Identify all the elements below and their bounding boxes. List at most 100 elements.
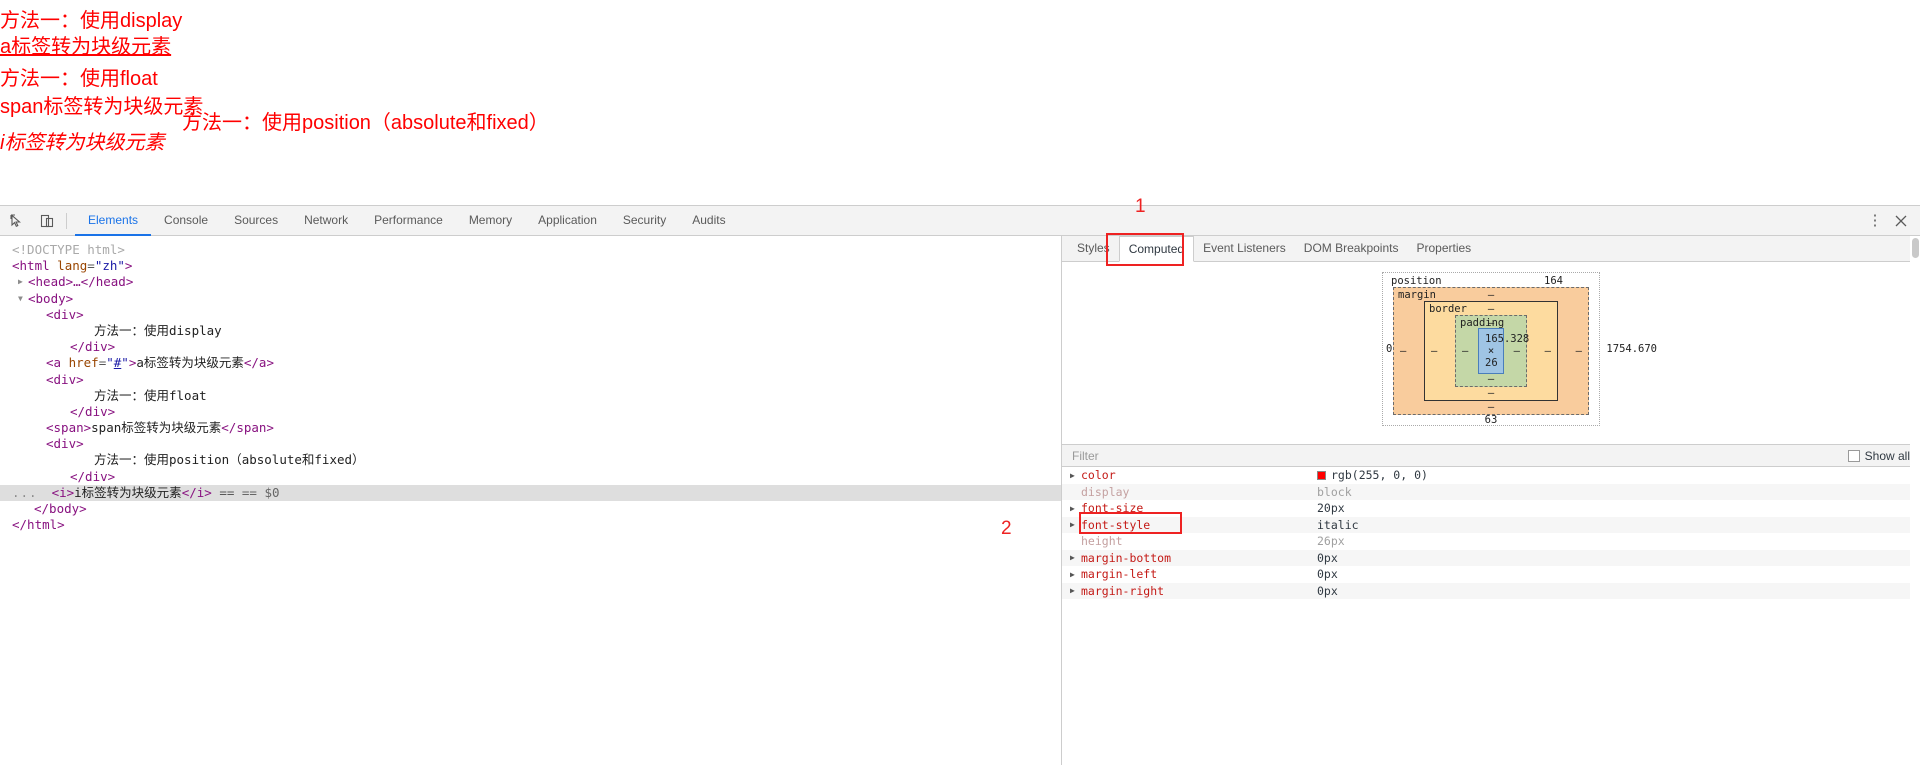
tab-network[interactable]: Network: [291, 206, 361, 236]
prop-row-font-size[interactable]: ▶ font-size 20px: [1062, 500, 1920, 517]
kebab-menu-icon[interactable]: ⋮: [1862, 208, 1888, 234]
page-line-position-div: 方法一：使用position（absolute和fixed）: [182, 112, 549, 134]
sidebar-tab-styles[interactable]: Styles: [1068, 236, 1119, 261]
prop-row-height[interactable]: height 26px: [1062, 533, 1920, 550]
dom-line-html[interactable]: <html lang="zh">: [12, 258, 1061, 274]
page-link-a-tag[interactable]: a标签转为块级元素: [0, 34, 171, 61]
dom-line-doctype[interactable]: <!DOCTYPE html>: [12, 242, 1061, 258]
page-line-float-div: 方法一：使用float: [0, 68, 158, 90]
body-tag-open: <body>: [28, 290, 74, 306]
expand-triangle-icon[interactable]: ▶: [1070, 520, 1081, 529]
tab-audits[interactable]: Audits: [679, 206, 738, 236]
prop-value-margin-left: 0px: [1317, 567, 1338, 582]
border-top-value[interactable]: –: [1488, 303, 1494, 315]
margin-bottom-value[interactable]: –: [1488, 401, 1494, 413]
a-href-value[interactable]: #: [114, 355, 122, 370]
sidebar-tab-dom-breakpoints[interactable]: DOM Breakpoints: [1295, 236, 1408, 261]
dom-line-div1-text[interactable]: 方法一：使用display: [12, 323, 1061, 339]
dom-line-div2-close[interactable]: </div>: [12, 404, 1061, 420]
sidebar-scrollbar[interactable]: [1910, 236, 1920, 765]
expand-triangle-icon[interactable]: ▶: [1070, 553, 1081, 562]
padding-bottom-value[interactable]: –: [1488, 373, 1494, 385]
prop-value-height: 26px: [1317, 534, 1345, 549]
expand-triangle-icon[interactable]: ▶: [18, 274, 28, 290]
devtools-main: <!DOCTYPE html> <html lang="zh"> ▶ <head>…: [0, 236, 1920, 765]
dom-tree-pane[interactable]: <!DOCTYPE html> <html lang="zh"> ▶ <head>…: [0, 236, 1062, 765]
prop-row-margin-right[interactable]: ▶ margin-right 0px: [1062, 582, 1920, 599]
show-all-checkbox[interactable]: [1847, 449, 1860, 462]
tab-application[interactable]: Application: [525, 206, 610, 236]
expand-triangle-icon[interactable]: ▶: [1070, 586, 1081, 595]
selected-node-ref: == $0: [241, 484, 280, 500]
box-model-border-label: border: [1429, 303, 1467, 315]
dom-line-i-selected[interactable]: ... <i>i标签转为块级元素</i> == == $0: [0, 484, 1061, 501]
prop-name-color: color: [1081, 468, 1116, 483]
toolbar-right-group: ⋮: [1862, 208, 1920, 234]
tab-memory[interactable]: Memory: [456, 206, 525, 236]
tab-sources[interactable]: Sources: [221, 206, 291, 236]
tab-security[interactable]: Security: [610, 206, 679, 236]
dom-line-div2-text[interactable]: 方法一：使用float: [12, 388, 1061, 404]
dom-line-div3-open[interactable]: <div>: [12, 436, 1061, 452]
dom-line-span[interactable]: <span>span标签转为块级元素</span>: [12, 420, 1061, 436]
device-toolbar-icon[interactable]: [34, 208, 60, 234]
box-model-margin-layer[interactable]: margin – – – – border – – – – padding – …: [1393, 287, 1589, 415]
box-model-border-layer[interactable]: border – – – – padding – – – – 165.328 ×…: [1424, 301, 1558, 401]
div2-tag-open: <div>: [46, 371, 84, 387]
prop-name-display: display: [1081, 484, 1130, 499]
dom-line-a[interactable]: <a href="#">a标签转为块级元素</a>: [12, 355, 1061, 371]
box-model-content-size[interactable]: 165.328 × 26: [1478, 328, 1529, 374]
dom-line-div2-open[interactable]: <div>: [12, 372, 1061, 388]
prop-row-color[interactable]: ▶ color rgb(255, 0, 0): [1062, 467, 1920, 484]
expand-triangle-icon[interactable]: ▶: [1070, 570, 1081, 579]
box-model-padding-label: padding: [1460, 317, 1505, 329]
padding-top-value[interactable]: –: [1488, 317, 1494, 329]
margin-left-value[interactable]: –: [1400, 345, 1406, 357]
sidebar-tab-computed[interactable]: Computed: [1118, 236, 1195, 262]
prop-row-margin-bottom[interactable]: ▶ margin-bottom 0px: [1062, 549, 1920, 566]
expand-triangle-icon[interactable]: ▶: [1070, 471, 1081, 480]
box-model-padding-layer[interactable]: padding – – – – 165.328 × 26: [1455, 315, 1529, 387]
body-tag-close: </body>: [34, 501, 87, 516]
dom-line-div1-open[interactable]: <div>: [12, 307, 1061, 323]
head-collapsed: <head>…</head>: [28, 274, 134, 290]
dom-line-div3-close[interactable]: </div>: [12, 469, 1061, 485]
html-tag-close: </html>: [12, 517, 65, 533]
sidebar-scrollbar-thumb[interactable]: [1912, 238, 1919, 258]
dom-line-body-close[interactable]: </body>: [12, 501, 1061, 517]
page-line-span-tag: span标签转为块级元素: [0, 96, 204, 118]
filter-input[interactable]: Filter: [1072, 449, 1848, 463]
dom-line-div1-close[interactable]: </div>: [12, 339, 1061, 355]
border-right-value[interactable]: –: [1545, 345, 1551, 357]
dom-line-html-close[interactable]: </html>: [12, 517, 1061, 533]
prop-row-margin-left[interactable]: ▶ margin-left 0px: [1062, 566, 1920, 583]
padding-right-value[interactable]: –: [1514, 345, 1520, 357]
prop-row-font-style[interactable]: ▶ font-style italic: [1062, 516, 1920, 533]
inspect-cursor-icon[interactable]: [4, 208, 30, 234]
ellipsis-badge[interactable]: ...: [12, 485, 38, 500]
collapse-triangle-icon[interactable]: ▼: [18, 291, 28, 307]
padding-left-value[interactable]: –: [1462, 345, 1468, 357]
border-bottom-value[interactable]: –: [1488, 387, 1494, 399]
dom-line-div3-text[interactable]: 方法一：使用position（absolute和fixed）: [12, 452, 1061, 468]
tab-console[interactable]: Console: [151, 206, 221, 236]
dom-line-body[interactable]: ▼ <body>: [12, 291, 1061, 307]
box-model-position-value[interactable]: 164: [1544, 275, 1563, 287]
prop-row-display[interactable]: display block: [1062, 483, 1920, 500]
sidebar-tab-event-listeners[interactable]: Event Listeners: [1194, 236, 1295, 261]
html-lang-attr: lang: [57, 258, 88, 274]
prop-value-margin-right: 0px: [1317, 583, 1338, 598]
border-left-value[interactable]: –: [1431, 345, 1437, 357]
sidebar-tab-properties[interactable]: Properties: [1407, 236, 1480, 261]
show-all-toggle[interactable]: Show all: [1847, 449, 1910, 463]
tab-elements[interactable]: Elements: [75, 206, 152, 236]
expand-triangle-icon[interactable]: ▶: [1070, 504, 1081, 513]
close-icon[interactable]: [1888, 208, 1914, 234]
margin-right-value[interactable]: –: [1576, 345, 1582, 357]
margin-top-value[interactable]: –: [1488, 289, 1494, 301]
prop-value-margin-bottom: 0px: [1317, 550, 1338, 565]
annotation-number-2: 2: [1001, 518, 1012, 539]
box-model-diagram[interactable]: position 164 margin – – – – border – – –: [1382, 272, 1657, 426]
tab-performance[interactable]: Performance: [361, 206, 456, 236]
dom-line-head[interactable]: ▶ <head>…</head>: [12, 274, 1061, 290]
